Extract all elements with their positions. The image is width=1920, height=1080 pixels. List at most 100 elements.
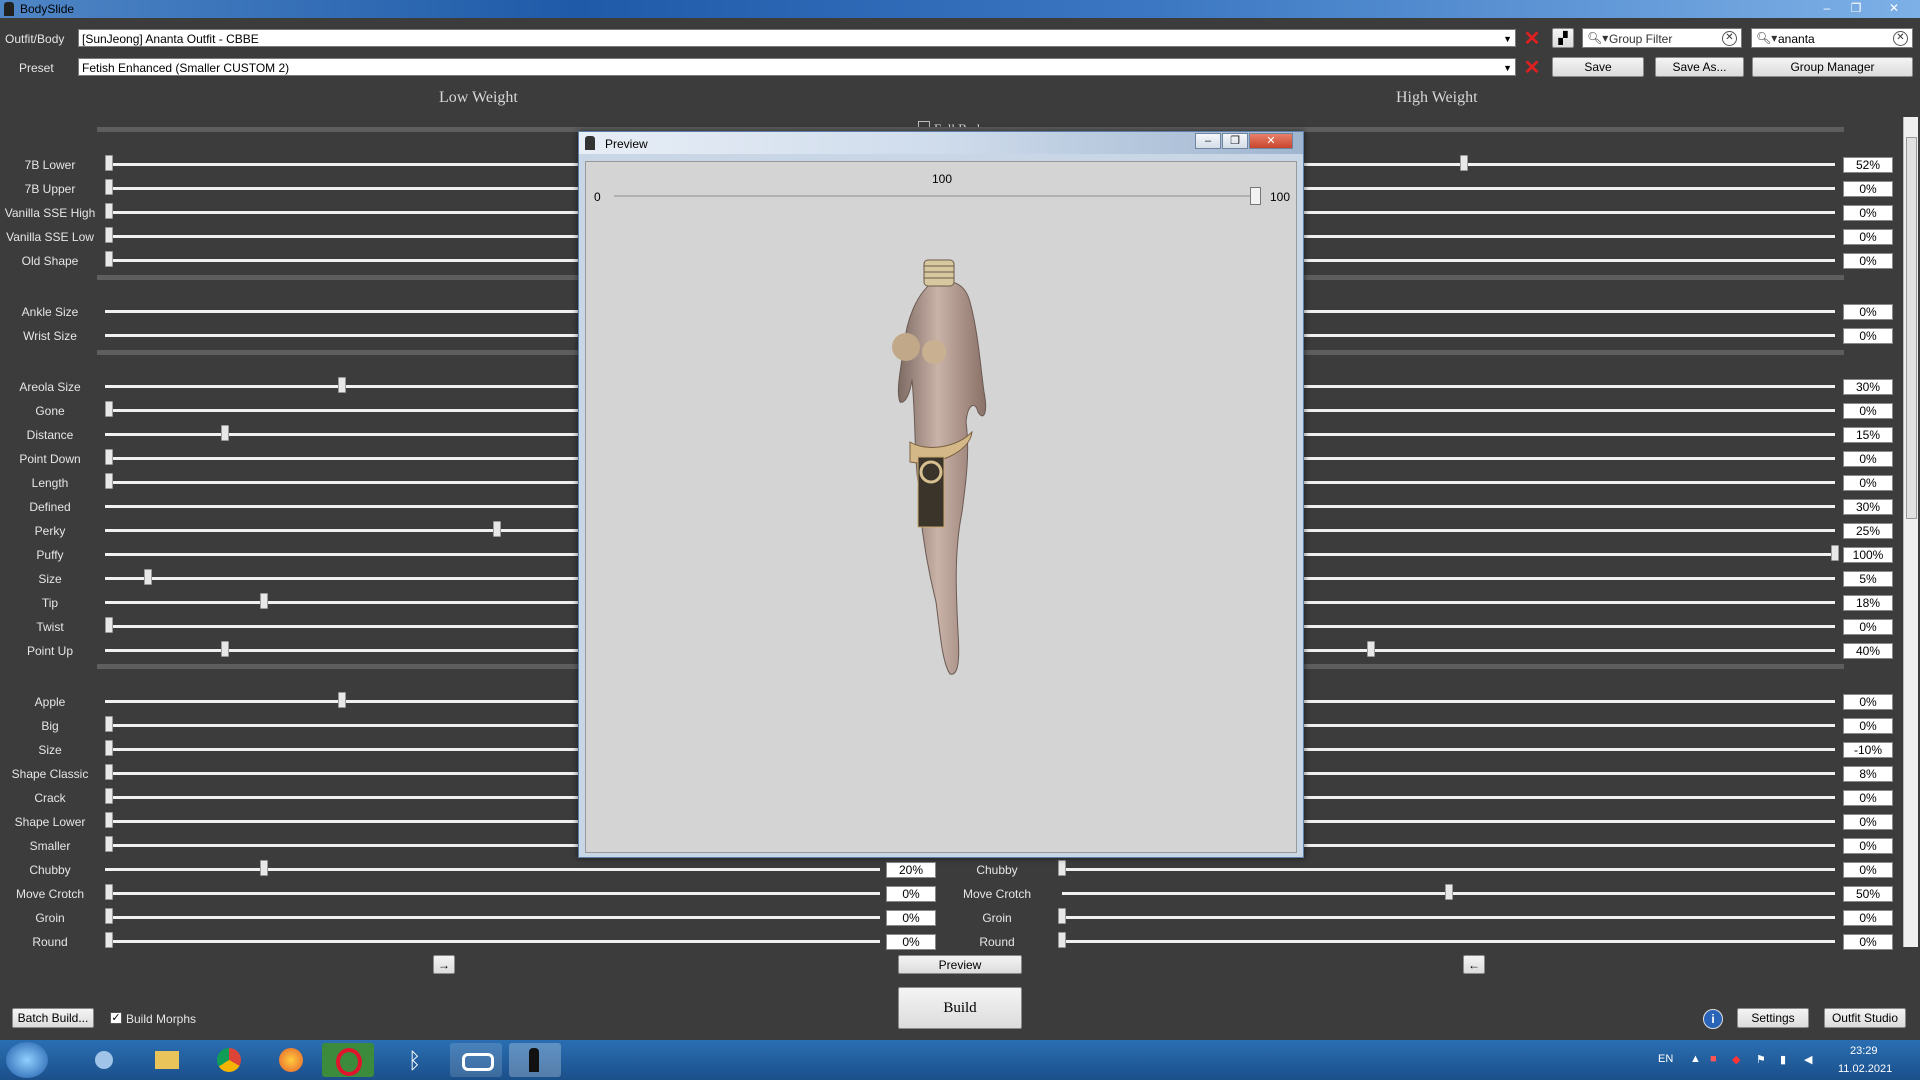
- preview-minimize-button[interactable]: –: [1195, 133, 1221, 149]
- scrollbar-thumb[interactable]: [1906, 137, 1917, 519]
- preview-canvas[interactable]: 100 0 100: [585, 161, 1297, 853]
- low-weight-slider-thumb[interactable]: [260, 860, 268, 876]
- low-weight-slider[interactable]: [105, 868, 880, 871]
- chrome-icon[interactable]: [203, 1043, 255, 1077]
- preview-close-button[interactable]: ✕: [1249, 133, 1293, 149]
- high-weight-value[interactable]: 0%: [1843, 718, 1893, 734]
- high-weight-value[interactable]: 50%: [1843, 886, 1893, 902]
- low-weight-slider-thumb[interactable]: [105, 836, 113, 852]
- low-weight-slider[interactable]: [105, 916, 880, 919]
- low-weight-slider-thumb[interactable]: [105, 812, 113, 828]
- high-weight-value[interactable]: 0%: [1843, 862, 1893, 878]
- high-weight-value[interactable]: 0%: [1843, 181, 1893, 197]
- high-weight-value[interactable]: 0%: [1843, 475, 1893, 491]
- firefox-icon[interactable]: [265, 1043, 317, 1077]
- high-weight-value[interactable]: 25%: [1843, 523, 1893, 539]
- high-weight-slider[interactable]: [1062, 916, 1835, 919]
- tray-chevron-icon[interactable]: ▲: [1690, 1053, 1701, 1065]
- low-weight-slider-thumb[interactable]: [337, 377, 346, 393]
- group-manager-button[interactable]: Group Manager: [1752, 57, 1913, 77]
- high-weight-value[interactable]: 0%: [1843, 619, 1893, 635]
- file-explorer-icon[interactable]: [141, 1043, 193, 1077]
- low-weight-slider-thumb[interactable]: [105, 473, 113, 489]
- high-weight-value[interactable]: 15%: [1843, 427, 1893, 443]
- high-weight-slider-thumb[interactable]: [1831, 545, 1839, 561]
- weight-slider-thumb[interactable]: [1250, 187, 1261, 205]
- close-button[interactable]: ✕: [1883, 1, 1905, 15]
- clear-search-icon[interactable]: ✕: [1722, 31, 1737, 46]
- clear-outfit-icon[interactable]: ✕: [1522, 29, 1542, 49]
- high-weight-slider[interactable]: [1062, 940, 1835, 943]
- low-weight-slider-thumb[interactable]: [105, 740, 113, 756]
- preview-maximize-button[interactable]: ❐: [1222, 133, 1248, 149]
- low-weight-slider-thumb[interactable]: [105, 716, 113, 732]
- low-weight-slider-thumb[interactable]: [337, 692, 346, 708]
- weight-slider-track[interactable]: [614, 195, 1258, 197]
- copy-right-arrow-button[interactable]: →: [433, 955, 455, 974]
- low-weight-slider-thumb[interactable]: [105, 764, 113, 780]
- low-weight-slider-thumb[interactable]: [260, 593, 268, 609]
- low-weight-slider[interactable]: [105, 892, 880, 895]
- high-weight-value[interactable]: 0%: [1843, 838, 1893, 854]
- copy-left-arrow-button[interactable]: ←: [1463, 955, 1485, 974]
- clear-search-icon[interactable]: ✕: [1893, 31, 1908, 46]
- minimize-button[interactable]: –: [1816, 1, 1838, 15]
- high-weight-value[interactable]: -10%: [1843, 742, 1893, 758]
- save-as-button[interactable]: Save As...: [1655, 57, 1744, 77]
- low-weight-slider-thumb[interactable]: [105, 179, 113, 195]
- low-weight-slider-thumb[interactable]: [221, 425, 230, 441]
- bluetooth-icon[interactable]: ᛒ: [389, 1043, 441, 1077]
- high-weight-value[interactable]: 0%: [1843, 229, 1893, 245]
- high-weight-slider-thumb[interactable]: [1367, 641, 1376, 657]
- low-weight-slider-thumb[interactable]: [105, 251, 113, 267]
- outfit-tool-icon[interactable]: ▞: [1552, 28, 1574, 48]
- low-weight-slider-thumb[interactable]: [105, 203, 113, 219]
- low-weight-slider-thumb[interactable]: [105, 449, 113, 465]
- taskbar-app-icon[interactable]: [79, 1043, 131, 1077]
- outfit-studio-button[interactable]: Outfit Studio: [1824, 1008, 1906, 1028]
- outfit-body-select[interactable]: [SunJeong] Ananta Outfit - CBBE ▼: [78, 29, 1516, 47]
- slider-scrollbar[interactable]: [1903, 117, 1918, 947]
- high-weight-value[interactable]: 0%: [1843, 790, 1893, 806]
- high-weight-slider-thumb[interactable]: [1058, 908, 1066, 924]
- save-button[interactable]: Save: [1552, 57, 1644, 77]
- low-weight-value[interactable]: 20%: [886, 862, 936, 878]
- low-weight-slider-thumb[interactable]: [105, 788, 113, 804]
- language-indicator[interactable]: EN: [1658, 1053, 1673, 1065]
- low-weight-slider-thumb[interactable]: [492, 521, 501, 537]
- clear-preset-icon[interactable]: ✕: [1522, 58, 1542, 78]
- build-button[interactable]: Build: [898, 987, 1022, 1029]
- preset-select[interactable]: Fetish Enhanced (Smaller CUSTOM 2) ▼: [78, 58, 1516, 76]
- low-weight-slider-thumb[interactable]: [105, 227, 113, 243]
- high-weight-value[interactable]: 18%: [1843, 595, 1893, 611]
- high-weight-value[interactable]: 5%: [1843, 571, 1893, 587]
- high-weight-slider-thumb[interactable]: [1058, 860, 1066, 876]
- preview-title-bar[interactable]: Preview – ❐ ✕: [579, 132, 1303, 154]
- low-weight-value[interactable]: 0%: [886, 934, 936, 950]
- high-weight-value[interactable]: 40%: [1843, 643, 1893, 659]
- tray-app-icon[interactable]: ◆: [1732, 1053, 1740, 1066]
- clock-date[interactable]: 11.02.2021: [1838, 1063, 1892, 1075]
- network-icon[interactable]: ▮: [1780, 1053, 1786, 1066]
- high-weight-slider-thumb[interactable]: [1444, 884, 1453, 900]
- low-weight-slider-thumb[interactable]: [105, 884, 113, 900]
- high-weight-value[interactable]: 0%: [1843, 328, 1893, 344]
- high-weight-value[interactable]: 30%: [1843, 379, 1893, 395]
- high-weight-value[interactable]: 0%: [1843, 934, 1893, 950]
- outfit-filter-input[interactable]: 🔍︎▾ ananta ✕: [1751, 28, 1913, 48]
- group-filter-input[interactable]: 🔍︎▾ Group Filter ✕: [1582, 28, 1742, 48]
- high-weight-value[interactable]: 0%: [1843, 694, 1893, 710]
- high-weight-value[interactable]: 0%: [1843, 910, 1893, 926]
- high-weight-value[interactable]: 0%: [1843, 253, 1893, 269]
- opera-icon[interactable]: [322, 1043, 374, 1077]
- low-weight-value[interactable]: 0%: [886, 886, 936, 902]
- start-button-icon[interactable]: [6, 1042, 48, 1078]
- taskbar-app-icon[interactable]: [450, 1043, 502, 1077]
- volume-icon[interactable]: ◀: [1804, 1053, 1812, 1066]
- tray-app-icon[interactable]: ■: [1710, 1053, 1717, 1065]
- low-weight-slider-thumb[interactable]: [105, 617, 113, 633]
- low-weight-slider-thumb[interactable]: [105, 908, 113, 924]
- high-weight-value[interactable]: 52%: [1843, 157, 1893, 173]
- high-weight-value[interactable]: 0%: [1843, 403, 1893, 419]
- low-weight-slider-thumb[interactable]: [105, 401, 113, 417]
